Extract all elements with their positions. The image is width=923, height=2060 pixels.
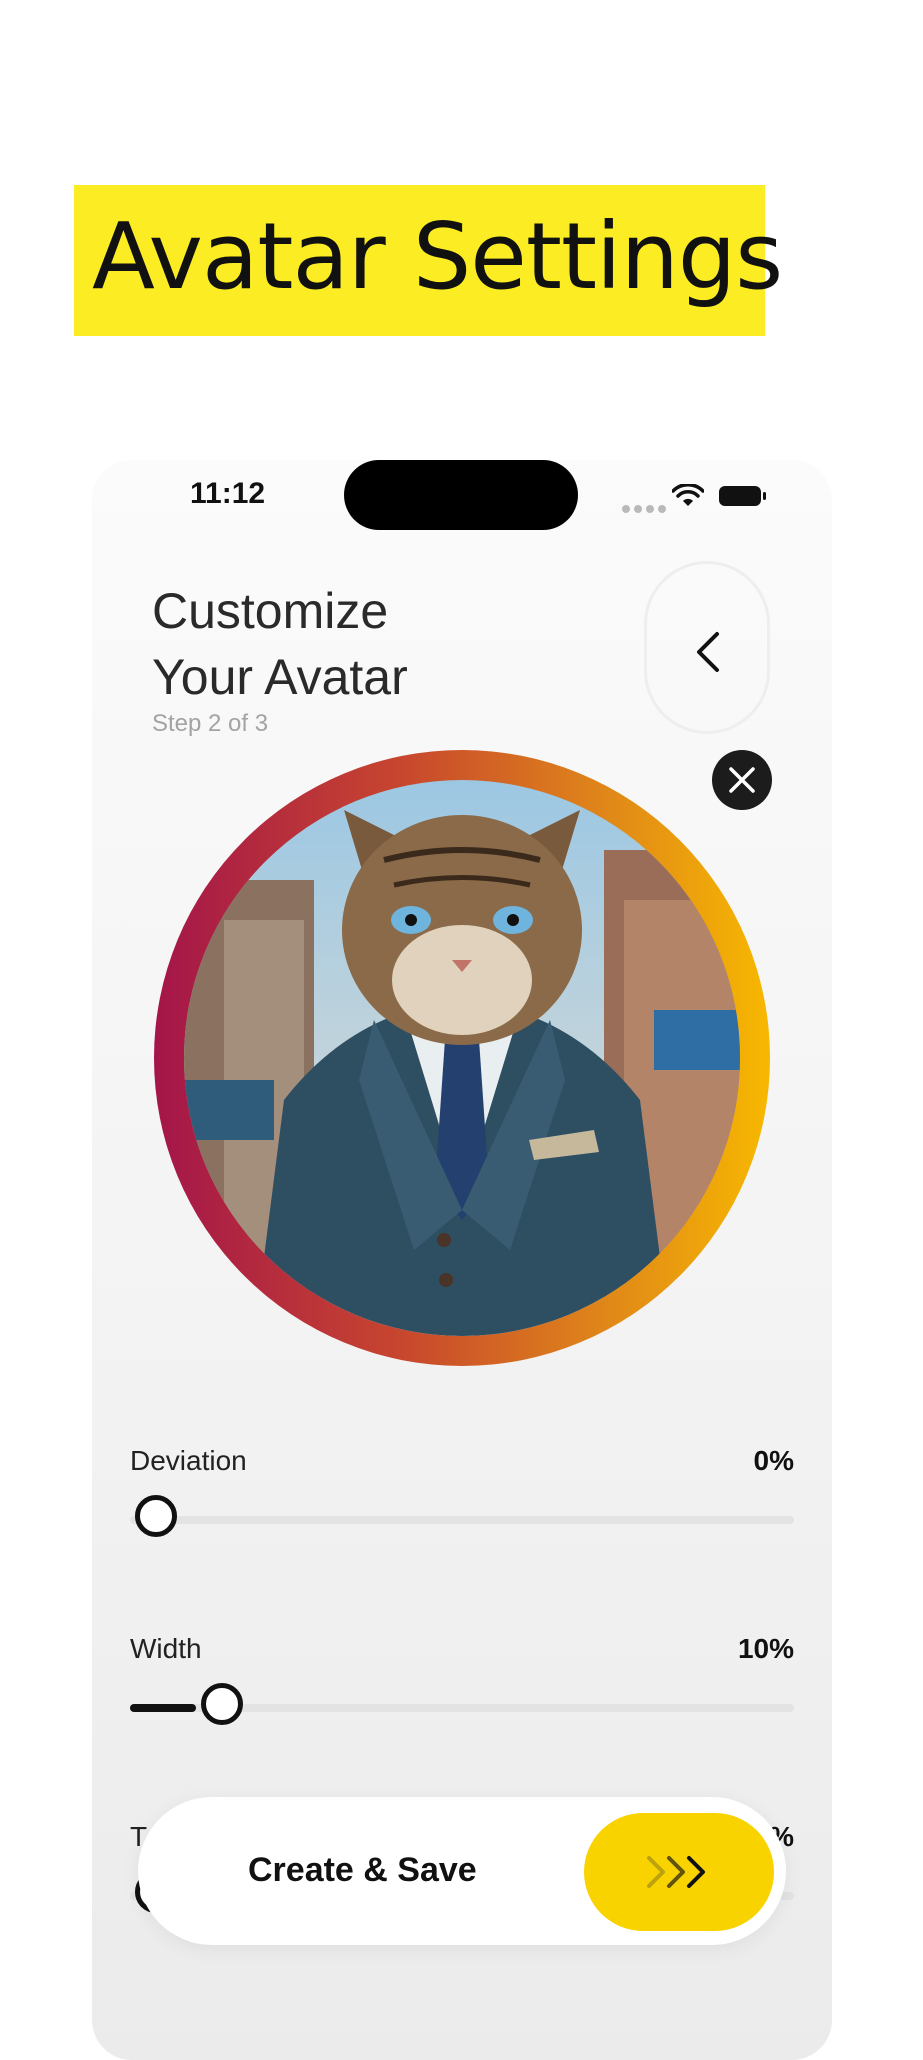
page-heading: Avatar Settings xyxy=(92,203,783,310)
triple-chevron-icon xyxy=(647,1856,705,1888)
title-line-2: Your Avatar xyxy=(152,649,408,705)
avatar-ring xyxy=(154,750,770,1366)
avatar-image xyxy=(184,780,740,1336)
create-save-button[interactable] xyxy=(584,1813,774,1931)
back-chevron-icon xyxy=(697,632,719,672)
slider-thumb[interactable] xyxy=(201,1683,244,1725)
slider-value-deviation: 0% xyxy=(753,1445,794,1476)
page-title: Customize Your Avatar xyxy=(152,578,408,710)
create-save-bar[interactable]: Create & Save xyxy=(138,1797,786,1945)
slider-label-deviation: Deviation xyxy=(130,1445,247,1476)
step-indicator: Step 2 of 3 xyxy=(152,710,269,737)
width-slider[interactable] xyxy=(130,1683,794,1725)
slider-thumb[interactable] xyxy=(135,1495,177,1537)
dynamic-island xyxy=(344,460,578,530)
wifi-icon xyxy=(671,483,705,513)
status-time: 11:12 xyxy=(190,477,266,510)
cellular-signal-icon xyxy=(622,500,670,518)
close-button[interactable] xyxy=(712,750,772,810)
title-line-1: Customize xyxy=(152,583,389,639)
create-save-label: Create & Save xyxy=(248,1851,477,1889)
slider-fill xyxy=(130,1704,197,1712)
slider-label-width: Width xyxy=(130,1633,202,1664)
battery-icon xyxy=(718,484,768,513)
back-button[interactable] xyxy=(644,561,770,734)
deviation-slider[interactable] xyxy=(130,1495,794,1537)
slider-value-width: 10% xyxy=(737,1633,794,1664)
close-icon xyxy=(729,767,755,793)
